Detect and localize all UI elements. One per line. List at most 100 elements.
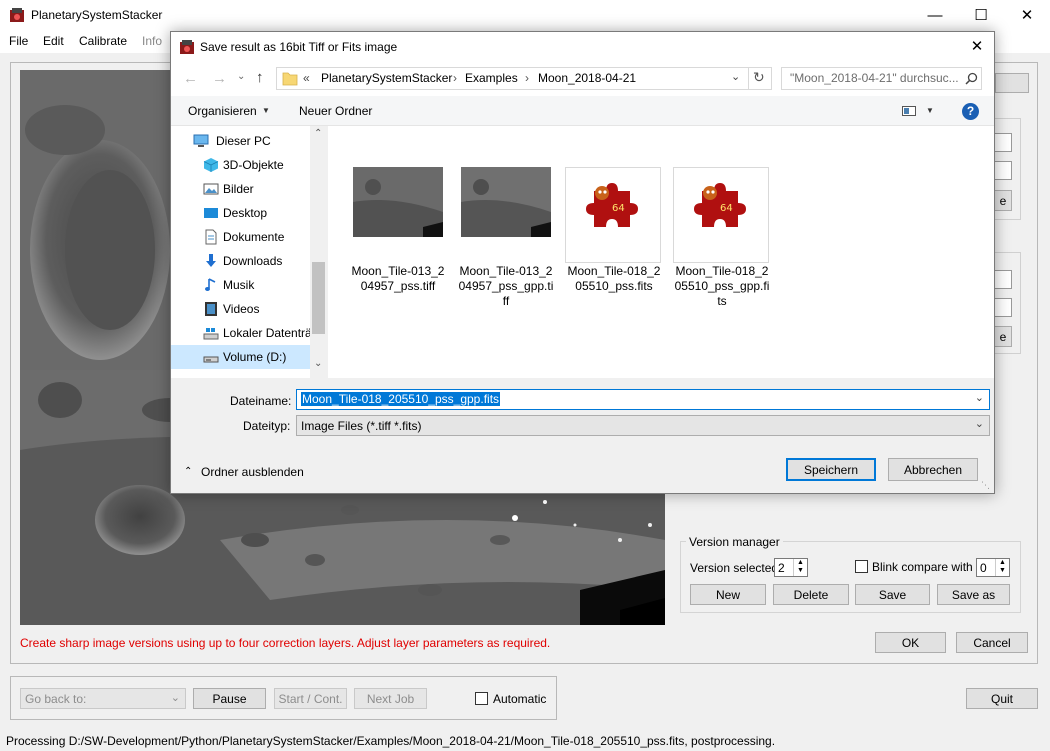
close-icon[interactable]: ✕: [1004, 0, 1050, 31]
caret-down-icon[interactable]: ▼: [926, 106, 934, 115]
search-icon[interactable]: [965, 72, 978, 85]
save-button[interactable]: Speichern: [786, 458, 876, 481]
refresh-icon[interactable]: ↻: [753, 69, 765, 86]
scroll-down-icon[interactable]: ⌄: [314, 358, 322, 369]
save-as-version-button[interactable]: Save as: [937, 584, 1010, 605]
recent-dropdown-icon[interactable]: ⌄: [237, 71, 245, 82]
nav-item-downloads[interactable]: Downloads: [171, 249, 310, 273]
nav-item-local-drive[interactable]: Lokaler Datenträ: [171, 321, 310, 345]
app-icon: [10, 8, 24, 22]
menu-info[interactable]: Info: [142, 34, 162, 48]
automatic-label: Automatic: [493, 692, 547, 706]
file-item[interactable]: 64 Moon_Tile-018_205510_pss_gpp.fits: [673, 157, 770, 308]
file-item[interactable]: Moon_Tile-013_204957_pss_gpp.tiff: [458, 157, 554, 308]
delete-version-button[interactable]: Delete: [773, 584, 849, 605]
view-options-icon[interactable]: [902, 105, 916, 117]
breadcrumb-overflow[interactable]: «: [303, 71, 310, 85]
drive-icon: [203, 328, 219, 340]
folder-icon: [282, 72, 298, 86]
nav-item-documents[interactable]: Dokumente: [171, 225, 310, 249]
nav-scrollbar[interactable]: ⌃ ⌄: [310, 126, 327, 378]
nav-item-label: 3D-Objekte: [223, 158, 284, 172]
filename-input[interactable]: Moon_Tile-018_205510_pss_gpp.fits ⌄: [296, 389, 990, 410]
nav-item-volume-d[interactable]: Volume (D:): [171, 345, 310, 369]
blink-compare-label: Blink compare with: [872, 560, 973, 574]
right-panel-button[interactable]: [995, 73, 1029, 93]
filetype-select[interactable]: Image Files (*.tiff *.fits) ⌄: [296, 415, 990, 436]
ok-button[interactable]: OK: [875, 632, 946, 653]
scrollbar-thumb[interactable]: [312, 262, 325, 334]
file-name: Moon_Tile-018_205510_pss.fits: [567, 264, 661, 293]
breadcrumb-item[interactable]: Moon_2018-04-21: [538, 71, 636, 85]
maximize-icon[interactable]: ☐: [958, 0, 1004, 31]
dialog-cancel-button[interactable]: Abbrechen: [888, 458, 978, 481]
organize-menu[interactable]: Organisieren: [188, 104, 257, 118]
hide-folders-button[interactable]: Ordner ausblenden: [201, 465, 304, 479]
nav-item-label: Lokaler Datenträ: [223, 326, 310, 340]
nav-item-desktop[interactable]: Desktop: [171, 201, 310, 225]
dialog-toolbar: [171, 96, 994, 126]
minimize-icon[interactable]: —: [912, 0, 958, 31]
blink-compare-spinbox[interactable]: 0 ▲ ▼: [976, 558, 1010, 577]
chevron-down-icon[interactable]: ⌄: [731, 70, 740, 83]
nav-item-label: Bilder: [223, 182, 254, 196]
blink-compare-checkbox[interactable]: [855, 560, 868, 573]
automatic-checkbox[interactable]: [475, 692, 488, 705]
documents-icon: [205, 229, 217, 245]
forward-arrow-icon[interactable]: →: [212, 70, 227, 87]
version-selected-spinbox[interactable]: 2 ▲ ▼: [774, 558, 808, 577]
help-icon[interactable]: ?: [962, 103, 979, 120]
new-folder-button[interactable]: Neuer Ordner: [299, 104, 372, 118]
right-panel-field-3[interactable]: [995, 270, 1012, 289]
breadcrumb-item[interactable]: PlanetarySystemStacker: [321, 71, 452, 85]
nav-item-dieser-pc[interactable]: Dieser PC: [171, 129, 310, 153]
chevron-up-icon[interactable]: ⌃: [184, 466, 192, 477]
file-name: Moon_Tile-013_204957_pss_gpp.tiff: [458, 264, 554, 308]
scroll-up-icon[interactable]: ⌃: [314, 128, 322, 139]
close-icon[interactable]: ✕: [963, 34, 991, 60]
right-panel-field-2[interactable]: [995, 161, 1012, 180]
file-badge: 64: [612, 203, 625, 214]
menu-calibrate[interactable]: Calibrate: [79, 34, 127, 48]
pause-button[interactable]: Pause: [193, 688, 266, 709]
file-item[interactable]: Moon_Tile-013_204957_pss.tiff: [350, 157, 446, 297]
save-version-button[interactable]: Save: [855, 584, 930, 605]
go-back-select[interactable]: Go back to: ⌄: [20, 688, 186, 709]
new-version-button[interactable]: New: [690, 584, 766, 605]
chevron-down-icon[interactable]: ⌄: [975, 417, 984, 430]
dialog-title: Save result as 16bit Tiff or Fits image: [200, 40, 398, 54]
quit-button[interactable]: Quit: [966, 688, 1038, 709]
breadcrumb-item[interactable]: Examples: [465, 71, 518, 85]
spin-arrows-icon[interactable]: ▲ ▼: [995, 559, 1009, 576]
nav-item-3d-objects[interactable]: 3D-Objekte: [171, 153, 310, 177]
file-item[interactable]: 64 Moon_Tile-018_205510_pss.fits: [565, 157, 662, 297]
menu-edit[interactable]: Edit: [43, 34, 64, 48]
cube-icon: [203, 158, 219, 172]
right-panel-field-1[interactable]: [995, 133, 1012, 152]
right-panel-field-4[interactable]: [995, 298, 1012, 317]
search-input[interactable]: "Moon_2018-04-21" durchsuc...: [781, 67, 982, 90]
up-arrow-icon[interactable]: ↑: [256, 69, 264, 86]
nav-item-label: Dokumente: [223, 230, 285, 244]
nav-item-music[interactable]: Musik: [171, 273, 310, 297]
back-arrow-icon[interactable]: ←: [183, 70, 198, 87]
nav-item-pictures[interactable]: Bilder: [171, 177, 310, 201]
nav-item-label: Volume (D:): [223, 350, 287, 364]
version-selected-label: Version selected: [690, 561, 779, 575]
divider: [748, 68, 749, 89]
menu-file[interactable]: File: [9, 34, 28, 48]
save-dialog: Save result as 16bit Tiff or Fits image …: [170, 31, 995, 494]
spin-arrows-icon[interactable]: ▲ ▼: [793, 559, 807, 576]
cancel-button[interactable]: Cancel: [956, 632, 1028, 653]
right-panel-button-2[interactable]: e: [995, 326, 1012, 347]
right-panel-button-1[interactable]: e: [995, 190, 1012, 211]
start-continue-button[interactable]: Start / Cont.: [274, 688, 347, 709]
resize-grip-icon[interactable]: ⋱: [981, 480, 990, 491]
next-job-button[interactable]: Next Job: [354, 688, 427, 709]
chevron-down-icon[interactable]: ⌄: [975, 391, 984, 404]
fits-puzzle-icon: 64: [694, 183, 746, 227]
address-bar[interactable]: « PlanetarySystemStacker › Examples › Mo…: [276, 67, 772, 90]
nav-item-videos[interactable]: Videos: [171, 297, 310, 321]
caret-down-icon[interactable]: ▼: [262, 106, 270, 115]
nav-item-label: Desktop: [223, 206, 268, 220]
